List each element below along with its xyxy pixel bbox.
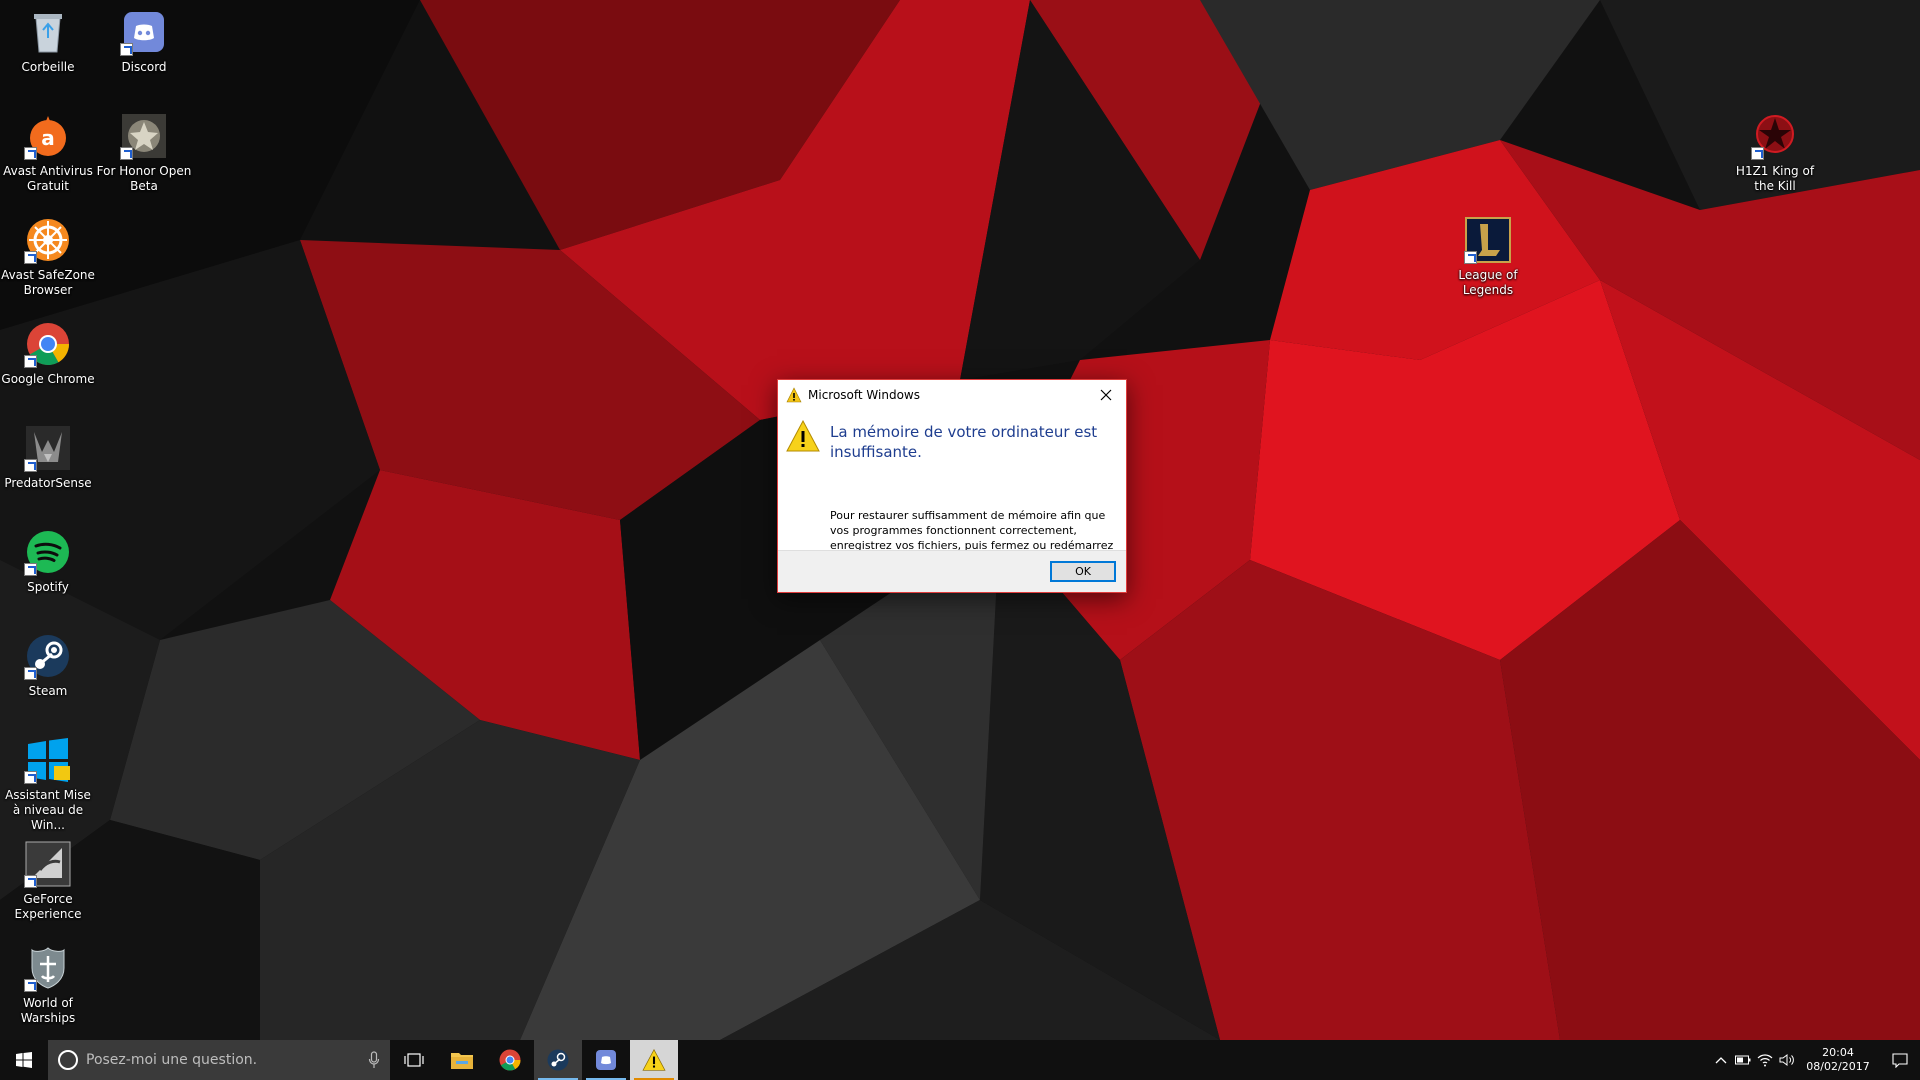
desktop-icon-label: For Honor Open Beta xyxy=(96,164,192,193)
taskbar-file-explorer[interactable] xyxy=(438,1040,486,1080)
battery-icon xyxy=(1735,1055,1751,1065)
desktop-icon-label: Avast SafeZone Browser xyxy=(1,268,95,297)
shortcut-arrow-icon xyxy=(1464,251,1477,264)
shortcut-arrow-icon xyxy=(24,667,37,680)
shortcut-arrow-icon xyxy=(24,563,37,576)
desktop-icon-label: Assistant Mise à niveau de Win... xyxy=(5,788,91,832)
wifi-icon xyxy=(1757,1054,1773,1067)
file-explorer-icon xyxy=(451,1053,473,1069)
battery-button[interactable] xyxy=(1732,1040,1754,1080)
desktop-icon-label: GeForce Experience xyxy=(14,892,82,921)
desktop-icon-recycle-bin[interactable]: Corbeille xyxy=(0,8,96,75)
shortcut-arrow-icon xyxy=(1751,147,1764,160)
desktop-icon-geforce[interactable]: GeForce Experience xyxy=(0,840,96,922)
desktop-icon-label: Avast Antivirus Gratuit xyxy=(3,164,93,193)
shortcut-arrow-icon xyxy=(24,771,37,784)
desktop-icon-steam[interactable]: Steam xyxy=(0,632,96,699)
shortcut-arrow-icon xyxy=(24,979,37,992)
close-icon xyxy=(1100,389,1112,401)
notification-icon xyxy=(1892,1053,1908,1068)
warning-icon xyxy=(786,387,802,403)
dialog-title: Microsoft Windows xyxy=(808,388,920,402)
desktop-icon-label: Discord xyxy=(121,60,167,74)
microphone-icon[interactable] xyxy=(368,1051,380,1069)
action-center-button[interactable] xyxy=(1880,1040,1920,1080)
network-button[interactable] xyxy=(1754,1040,1776,1080)
dialog-titlebar[interactable]: Microsoft Windows xyxy=(778,380,1126,410)
shortcut-arrow-icon xyxy=(24,459,37,472)
ok-button[interactable]: OK xyxy=(1050,561,1116,582)
desktop-icon-label: Corbeille xyxy=(21,60,75,74)
taskbar-steam[interactable] xyxy=(534,1040,582,1080)
desktop-icon-world-of-warships[interactable]: World of Warships xyxy=(0,944,96,1026)
volume-button[interactable] xyxy=(1776,1040,1798,1080)
desktop-icon-league-of-legends[interactable]: League of Legends xyxy=(1440,216,1536,298)
taskbar: 20:04 08/02/2017 xyxy=(0,1040,1920,1080)
shortcut-arrow-icon xyxy=(120,147,133,160)
svg-text:a: a xyxy=(41,126,55,150)
taskbar-chrome[interactable] xyxy=(486,1040,534,1080)
clock[interactable]: 20:04 08/02/2017 xyxy=(1802,1046,1874,1074)
desktop-icon-label: Steam xyxy=(28,684,68,698)
chrome-icon xyxy=(499,1049,521,1071)
windows-logo-icon xyxy=(16,1052,32,1068)
task-view-icon xyxy=(404,1053,424,1067)
dialog-heading: La mémoire de votre ordinateur est insuf… xyxy=(830,423,1098,461)
taskbar-memory-warning[interactable] xyxy=(630,1040,678,1080)
desktop-icon-h1z1[interactable]: H1Z1 King of the Kill xyxy=(1727,112,1823,194)
recycle-bin-icon xyxy=(34,14,62,53)
show-hidden-icons-button[interactable] xyxy=(1710,1040,1732,1080)
desktop-icon-label: PredatorSense xyxy=(4,476,92,490)
shortcut-arrow-icon xyxy=(24,251,37,264)
desktop-icon-label: Spotify xyxy=(27,580,69,594)
search-input[interactable] xyxy=(86,1052,356,1068)
dialog-footer: OK xyxy=(778,550,1126,592)
desktop-icon-windows-upgrade[interactable]: Assistant Mise à niveau de Win... xyxy=(0,736,96,833)
dialog-body: La mémoire de votre ordinateur est insuf… xyxy=(778,410,1126,567)
desktop-icon-for-honor[interactable]: For Honor Open Beta xyxy=(96,112,192,194)
warning-icon xyxy=(786,420,820,452)
cortana-search-box[interactable] xyxy=(48,1040,390,1080)
speaker-icon xyxy=(1779,1054,1794,1066)
desktop-icon-avast-safezone[interactable]: Avast SafeZone Browser xyxy=(0,216,96,298)
warning-icon xyxy=(642,1049,666,1071)
desktop-icon-label: League of Legends xyxy=(1458,268,1518,297)
clock-time: 20:04 xyxy=(1822,1046,1854,1059)
system-tray: 20:04 08/02/2017 xyxy=(1710,1040,1920,1080)
desktop-icon-spotify[interactable]: Spotify xyxy=(0,528,96,595)
clock-date: 08/02/2017 xyxy=(1806,1060,1870,1073)
taskbar-discord[interactable] xyxy=(582,1040,630,1080)
discord-icon xyxy=(596,1050,616,1070)
desktop-icon-discord[interactable]: Discord xyxy=(96,8,192,75)
desktop-icon-chrome[interactable]: Google Chrome xyxy=(0,320,96,387)
shortcut-arrow-icon xyxy=(24,147,37,160)
memory-warning-dialog: Microsoft Windows La mémoire de votre or… xyxy=(777,379,1127,593)
steam-icon xyxy=(547,1049,569,1071)
close-button[interactable] xyxy=(1086,380,1126,410)
start-button[interactable] xyxy=(0,1040,48,1080)
desktop-icon-label: World of Warships xyxy=(20,996,76,1025)
shortcut-arrow-icon xyxy=(120,43,133,56)
desktop-icon-label: Google Chrome xyxy=(1,372,95,386)
shortcut-arrow-icon xyxy=(24,355,37,368)
task-view-button[interactable] xyxy=(390,1040,438,1080)
desktop-icon-label: H1Z1 King of the Kill xyxy=(1735,164,1815,193)
desktop-icon-predatorsense[interactable]: PredatorSense xyxy=(0,424,96,491)
shortcut-arrow-icon xyxy=(24,875,37,888)
desktop-icon-avast[interactable]: a Avast Antivirus Gratuit xyxy=(0,112,96,194)
cortana-icon xyxy=(58,1050,78,1070)
chevron-up-icon xyxy=(1715,1057,1727,1064)
